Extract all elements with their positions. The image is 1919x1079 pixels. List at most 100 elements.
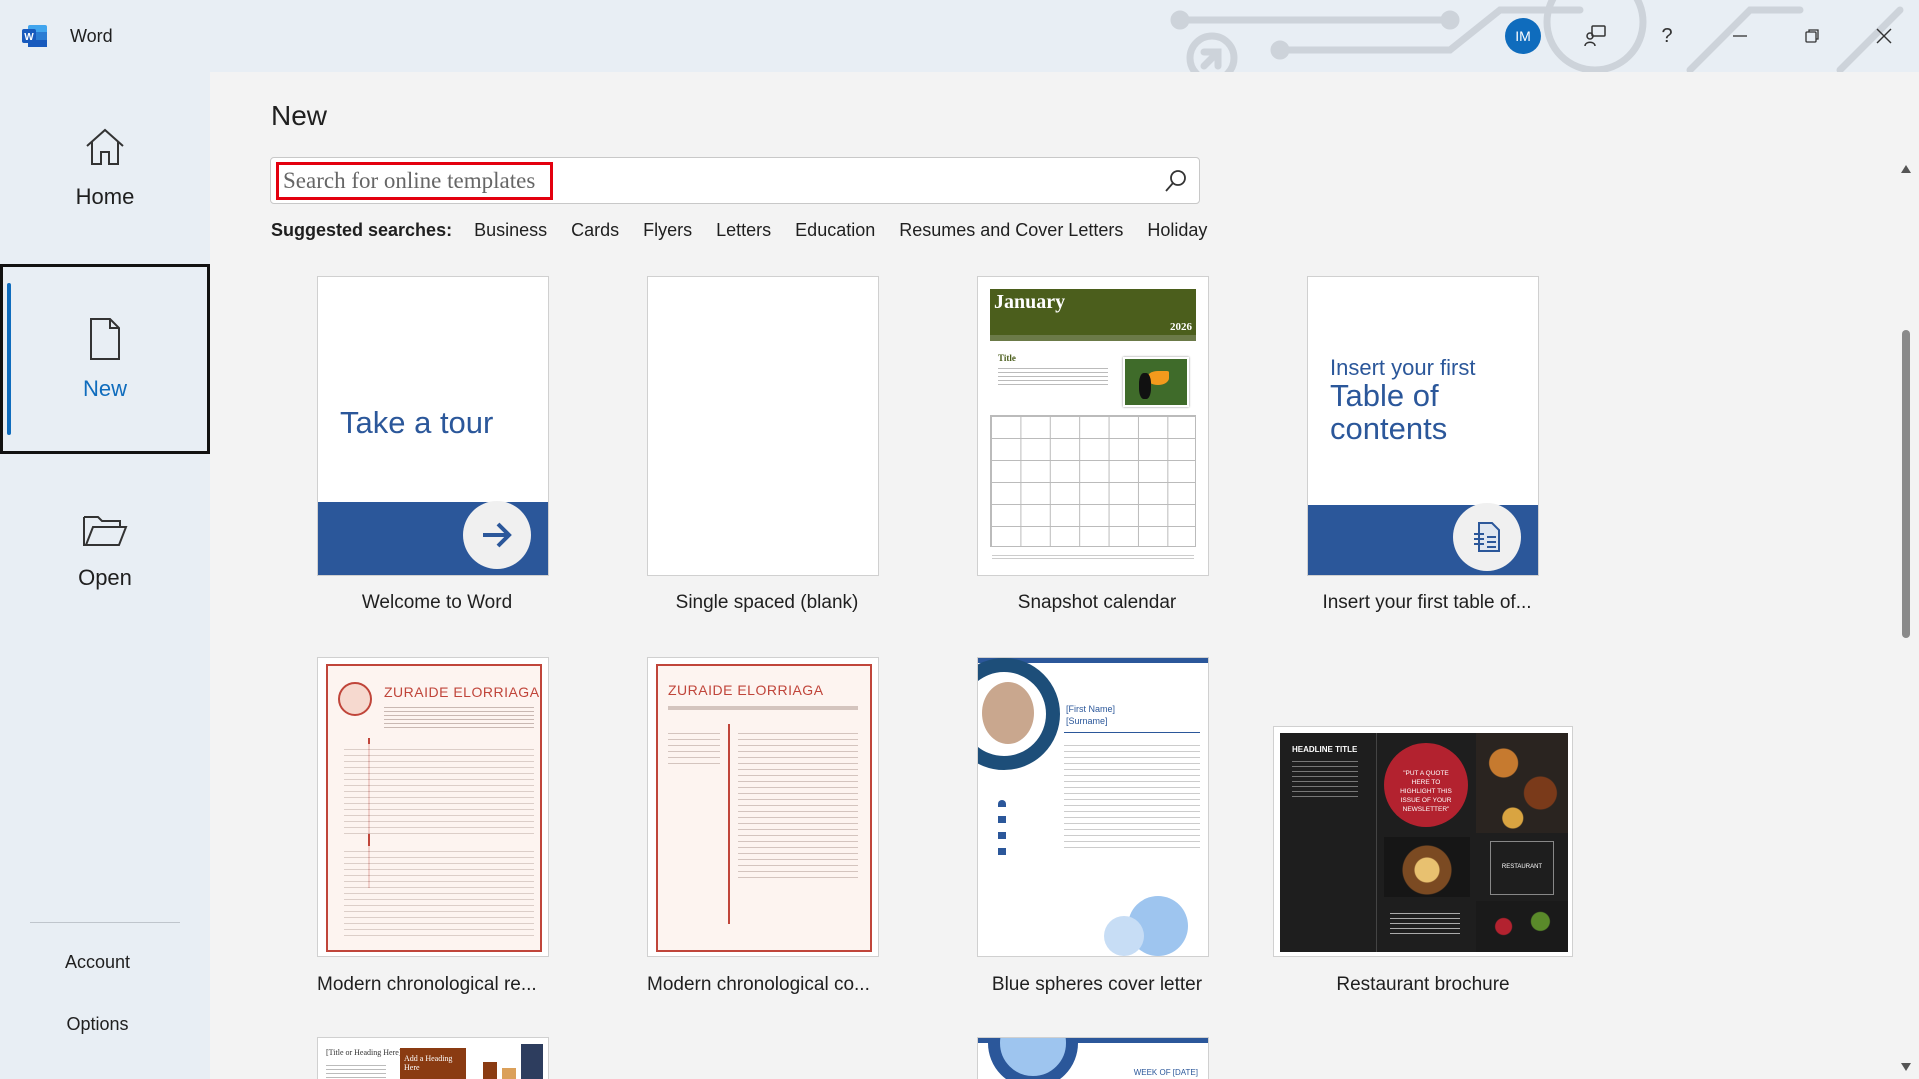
resume-text-lines xyxy=(384,704,534,730)
calendar-subbar xyxy=(990,335,1196,341)
thumb-title: Take a tour xyxy=(340,405,494,440)
template-partial-1[interactable]: [Title or Heading Here] Add a Heading He… xyxy=(317,1037,549,1079)
suggested-cards[interactable]: Cards xyxy=(571,220,619,241)
food-photo xyxy=(1384,837,1470,897)
nav-label-home: Home xyxy=(75,184,135,209)
resume-frame: ZURAIDE ELORRIAGA xyxy=(326,664,542,952)
nav-label-new: New xyxy=(82,376,127,401)
user-avatar[interactable]: IM xyxy=(1505,18,1541,54)
nav-item-account[interactable]: Account xyxy=(0,952,195,973)
template-blank[interactable] xyxy=(647,276,879,576)
letter-body-lines xyxy=(738,728,858,878)
template-label[interactable]: Modern chronological co... xyxy=(602,974,932,996)
thumb-text: WEEK OF [DATE] xyxy=(1133,1068,1198,1077)
close-icon[interactable] xyxy=(1864,16,1904,56)
calendar-month: January xyxy=(994,291,1066,313)
brochure-text xyxy=(1292,757,1358,797)
thumb-line2: Table of xyxy=(1330,378,1439,413)
calendar-header: January 2026 xyxy=(990,289,1196,335)
suggested-resumes[interactable]: Resumes and Cover Letters xyxy=(899,220,1123,241)
scroll-down-icon[interactable] xyxy=(1900,1062,1912,1072)
brochure-heading: HEADLINE TITLE xyxy=(1292,745,1358,754)
template-modern-cover-letter[interactable]: ZURAIDE ELORRIAGA xyxy=(647,657,879,957)
minimize-icon[interactable] xyxy=(1720,16,1760,56)
calendar-title: Title xyxy=(998,353,1016,363)
nav-item-open[interactable]: Open xyxy=(0,456,210,646)
template-table-of-contents[interactable]: Insert your first Table of contents xyxy=(1307,276,1539,576)
help-button[interactable]: ? xyxy=(1647,16,1687,56)
fold-line xyxy=(1376,733,1377,952)
suggested-business[interactable]: Business xyxy=(474,220,547,241)
letter-contact-line xyxy=(668,706,858,710)
letter-address-lines xyxy=(668,728,720,768)
scroll-up-icon[interactable] xyxy=(1900,164,1912,174)
search-highlight-box xyxy=(276,162,553,200)
suggested-letters[interactable]: Letters xyxy=(716,220,771,241)
svg-text:W: W xyxy=(24,32,34,43)
template-label[interactable]: Snapshot calendar xyxy=(932,592,1262,614)
brochure-body: HEADLINE TITLE "PUT A QUOTE HERE TO HIGH… xyxy=(1280,733,1568,952)
food-photo xyxy=(1476,901,1568,952)
main-panel: New Suggested searches: Business Cards F… xyxy=(210,72,1919,1079)
suggested-education[interactable]: Education xyxy=(795,220,875,241)
thumb-line3: contents xyxy=(1330,411,1448,446)
template-restaurant-brochure[interactable]: HEADLINE TITLE "PUT A QUOTE HERE TO HIGH… xyxy=(1273,726,1573,957)
resume-section-lines xyxy=(344,846,534,936)
feedback-icon[interactable] xyxy=(1575,16,1615,56)
address-lines xyxy=(1390,909,1460,937)
template-label[interactable]: Insert your first table of... xyxy=(1262,592,1592,614)
restore-icon[interactable] xyxy=(1792,16,1832,56)
surname: [Surname] xyxy=(1066,716,1108,726)
arrow-right-icon xyxy=(463,501,531,569)
template-label[interactable]: Single spaced (blank) xyxy=(602,592,932,614)
suggested-flyers[interactable]: Flyers xyxy=(643,220,692,241)
search-icon[interactable] xyxy=(1163,168,1189,194)
calendar-year: 2026 xyxy=(1170,321,1192,333)
thumb-text2: Add a Heading Here xyxy=(400,1048,466,1079)
bar xyxy=(521,1044,543,1079)
folder-open-icon xyxy=(83,516,128,546)
bar xyxy=(502,1068,516,1079)
nav-divider xyxy=(30,922,180,923)
letter-frame: ZURAIDE ELORRIAGA xyxy=(656,664,872,952)
template-welcome-to-word[interactable]: Take a tour xyxy=(317,276,549,576)
template-snapshot-calendar[interactable]: January 2026 Title xyxy=(977,276,1209,576)
avatar-icon xyxy=(338,682,372,716)
calendar-footer-lines xyxy=(992,553,1194,561)
toucan-photo xyxy=(1123,357,1189,407)
template-partial-2[interactable]: WEEK OF [DATE] xyxy=(977,1037,1209,1079)
name-rule xyxy=(1064,732,1200,733)
suggested-searches-label: Suggested searches: xyxy=(271,219,453,240)
document-list-icon xyxy=(1453,503,1521,571)
template-search-box[interactable] xyxy=(270,157,1200,204)
food-photo xyxy=(1476,733,1568,833)
resume-name: ZURAIDE ELORRIAGA xyxy=(384,684,540,700)
nav-item-new[interactable]: New xyxy=(0,264,210,454)
thumb-lines xyxy=(326,1062,386,1079)
page-title: New xyxy=(271,100,328,131)
suggested-holiday[interactable]: Holiday xyxy=(1147,220,1207,241)
vertical-scrollbar[interactable] xyxy=(1894,160,1919,1079)
contact-icons xyxy=(998,800,1006,860)
word-logo-icon: W xyxy=(22,25,47,47)
sphere xyxy=(988,1038,1078,1079)
scroll-thumb[interactable] xyxy=(1902,330,1910,638)
letter-name: ZURAIDE ELORRIAGA xyxy=(668,682,824,698)
template-label[interactable]: Restaurant brochure xyxy=(1258,974,1588,996)
template-label[interactable]: Modern chronological re... xyxy=(272,974,602,996)
template-blue-spheres[interactable]: [First Name] [Surname] xyxy=(977,657,1209,957)
backstage-nav: Home New Open Account Options xyxy=(0,72,210,1079)
new-document-icon xyxy=(90,318,120,360)
template-modern-resume[interactable]: ZURAIDE ELORRIAGA xyxy=(317,657,549,957)
template-label[interactable]: Blue spheres cover letter xyxy=(932,974,1262,996)
restaurant-badge: RESTAURANT xyxy=(1490,841,1554,895)
first-name: [First Name] xyxy=(1066,704,1116,714)
thumb-text1: [Title or Heading Here] xyxy=(326,1048,402,1057)
timeline-line xyxy=(728,724,730,924)
nav-item-options[interactable]: Options xyxy=(0,1014,195,1035)
nav-item-home[interactable]: Home xyxy=(0,72,210,262)
template-label[interactable]: Welcome to Word xyxy=(272,592,602,614)
suggested-searches: Suggested searches: Business Cards Flyer… xyxy=(271,215,1231,245)
nav-label-open: Open xyxy=(78,565,132,590)
sphere xyxy=(1104,916,1144,956)
